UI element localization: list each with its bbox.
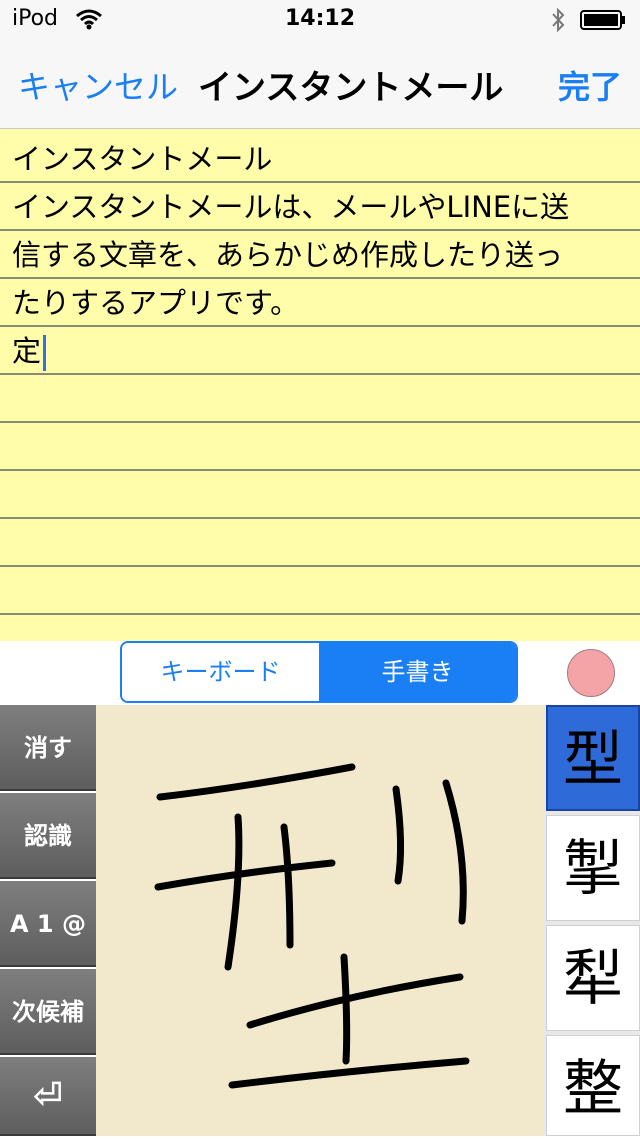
alphanumeric-key[interactable]: A 1 @ [0, 881, 96, 967]
clock: 14:12 [284, 6, 356, 31]
note-line-empty [0, 375, 640, 423]
bluetooth-icon [552, 7, 565, 33]
cancel-button[interactable]: キャンセル [18, 62, 178, 108]
note-line-empty [0, 519, 640, 567]
input-mode-bar: キーボード 手書き [0, 641, 640, 705]
next-candidate-key[interactable]: 次候補 [0, 969, 96, 1055]
done-button[interactable]: 完了 [558, 62, 622, 108]
input-mode-segmented-control: キーボード 手書き [120, 641, 518, 703]
note-line: インスタントメールは、メールやLINEに送 [0, 183, 640, 231]
note-line: 定 [0, 327, 640, 375]
note-line-empty [0, 423, 640, 471]
keyboard-mode-tab[interactable]: キーボード [122, 643, 319, 701]
erase-key[interactable]: 消す [0, 705, 96, 791]
candidate-item[interactable]: 掣 [546, 815, 640, 921]
recognize-key[interactable]: 認識 [0, 793, 96, 879]
handwritten-strokes [154, 763, 470, 1089]
battery-icon [580, 10, 625, 30]
candidate-item[interactable]: 整 [546, 1035, 640, 1136]
handwriting-mode-tab[interactable]: 手書き [319, 643, 516, 701]
note-line-empty [0, 471, 640, 519]
page-title: インスタントメール [198, 68, 504, 108]
record-button[interactable] [567, 649, 615, 697]
note-text-area[interactable]: インスタントメール インスタントメールは、メールやLINEに送 信する文章を、あ… [0, 129, 640, 641]
candidate-item[interactable]: 犁 [546, 925, 640, 1031]
note-line: インスタントメール [0, 135, 640, 183]
status-bar: iPod 14:12 [0, 0, 640, 40]
note-line: 信する文章を、あらかじめ作成したり送っ [0, 231, 640, 279]
handwriting-pad[interactable] [96, 705, 544, 1136]
function-key-column: 消す 認識 A 1 @ 次候補 ⏎ [0, 705, 96, 1136]
candidate-item-selected[interactable]: 型 [546, 705, 640, 811]
text-cursor [43, 335, 47, 371]
candidate-column: 型 掣 犁 整 [544, 705, 640, 1136]
note-line-empty [0, 567, 640, 615]
return-key[interactable]: ⏎ [0, 1057, 96, 1136]
navigation-bar: キャンセル インスタントメール 完了 [0, 40, 640, 129]
note-line: たりするアプリです。 [0, 279, 640, 327]
